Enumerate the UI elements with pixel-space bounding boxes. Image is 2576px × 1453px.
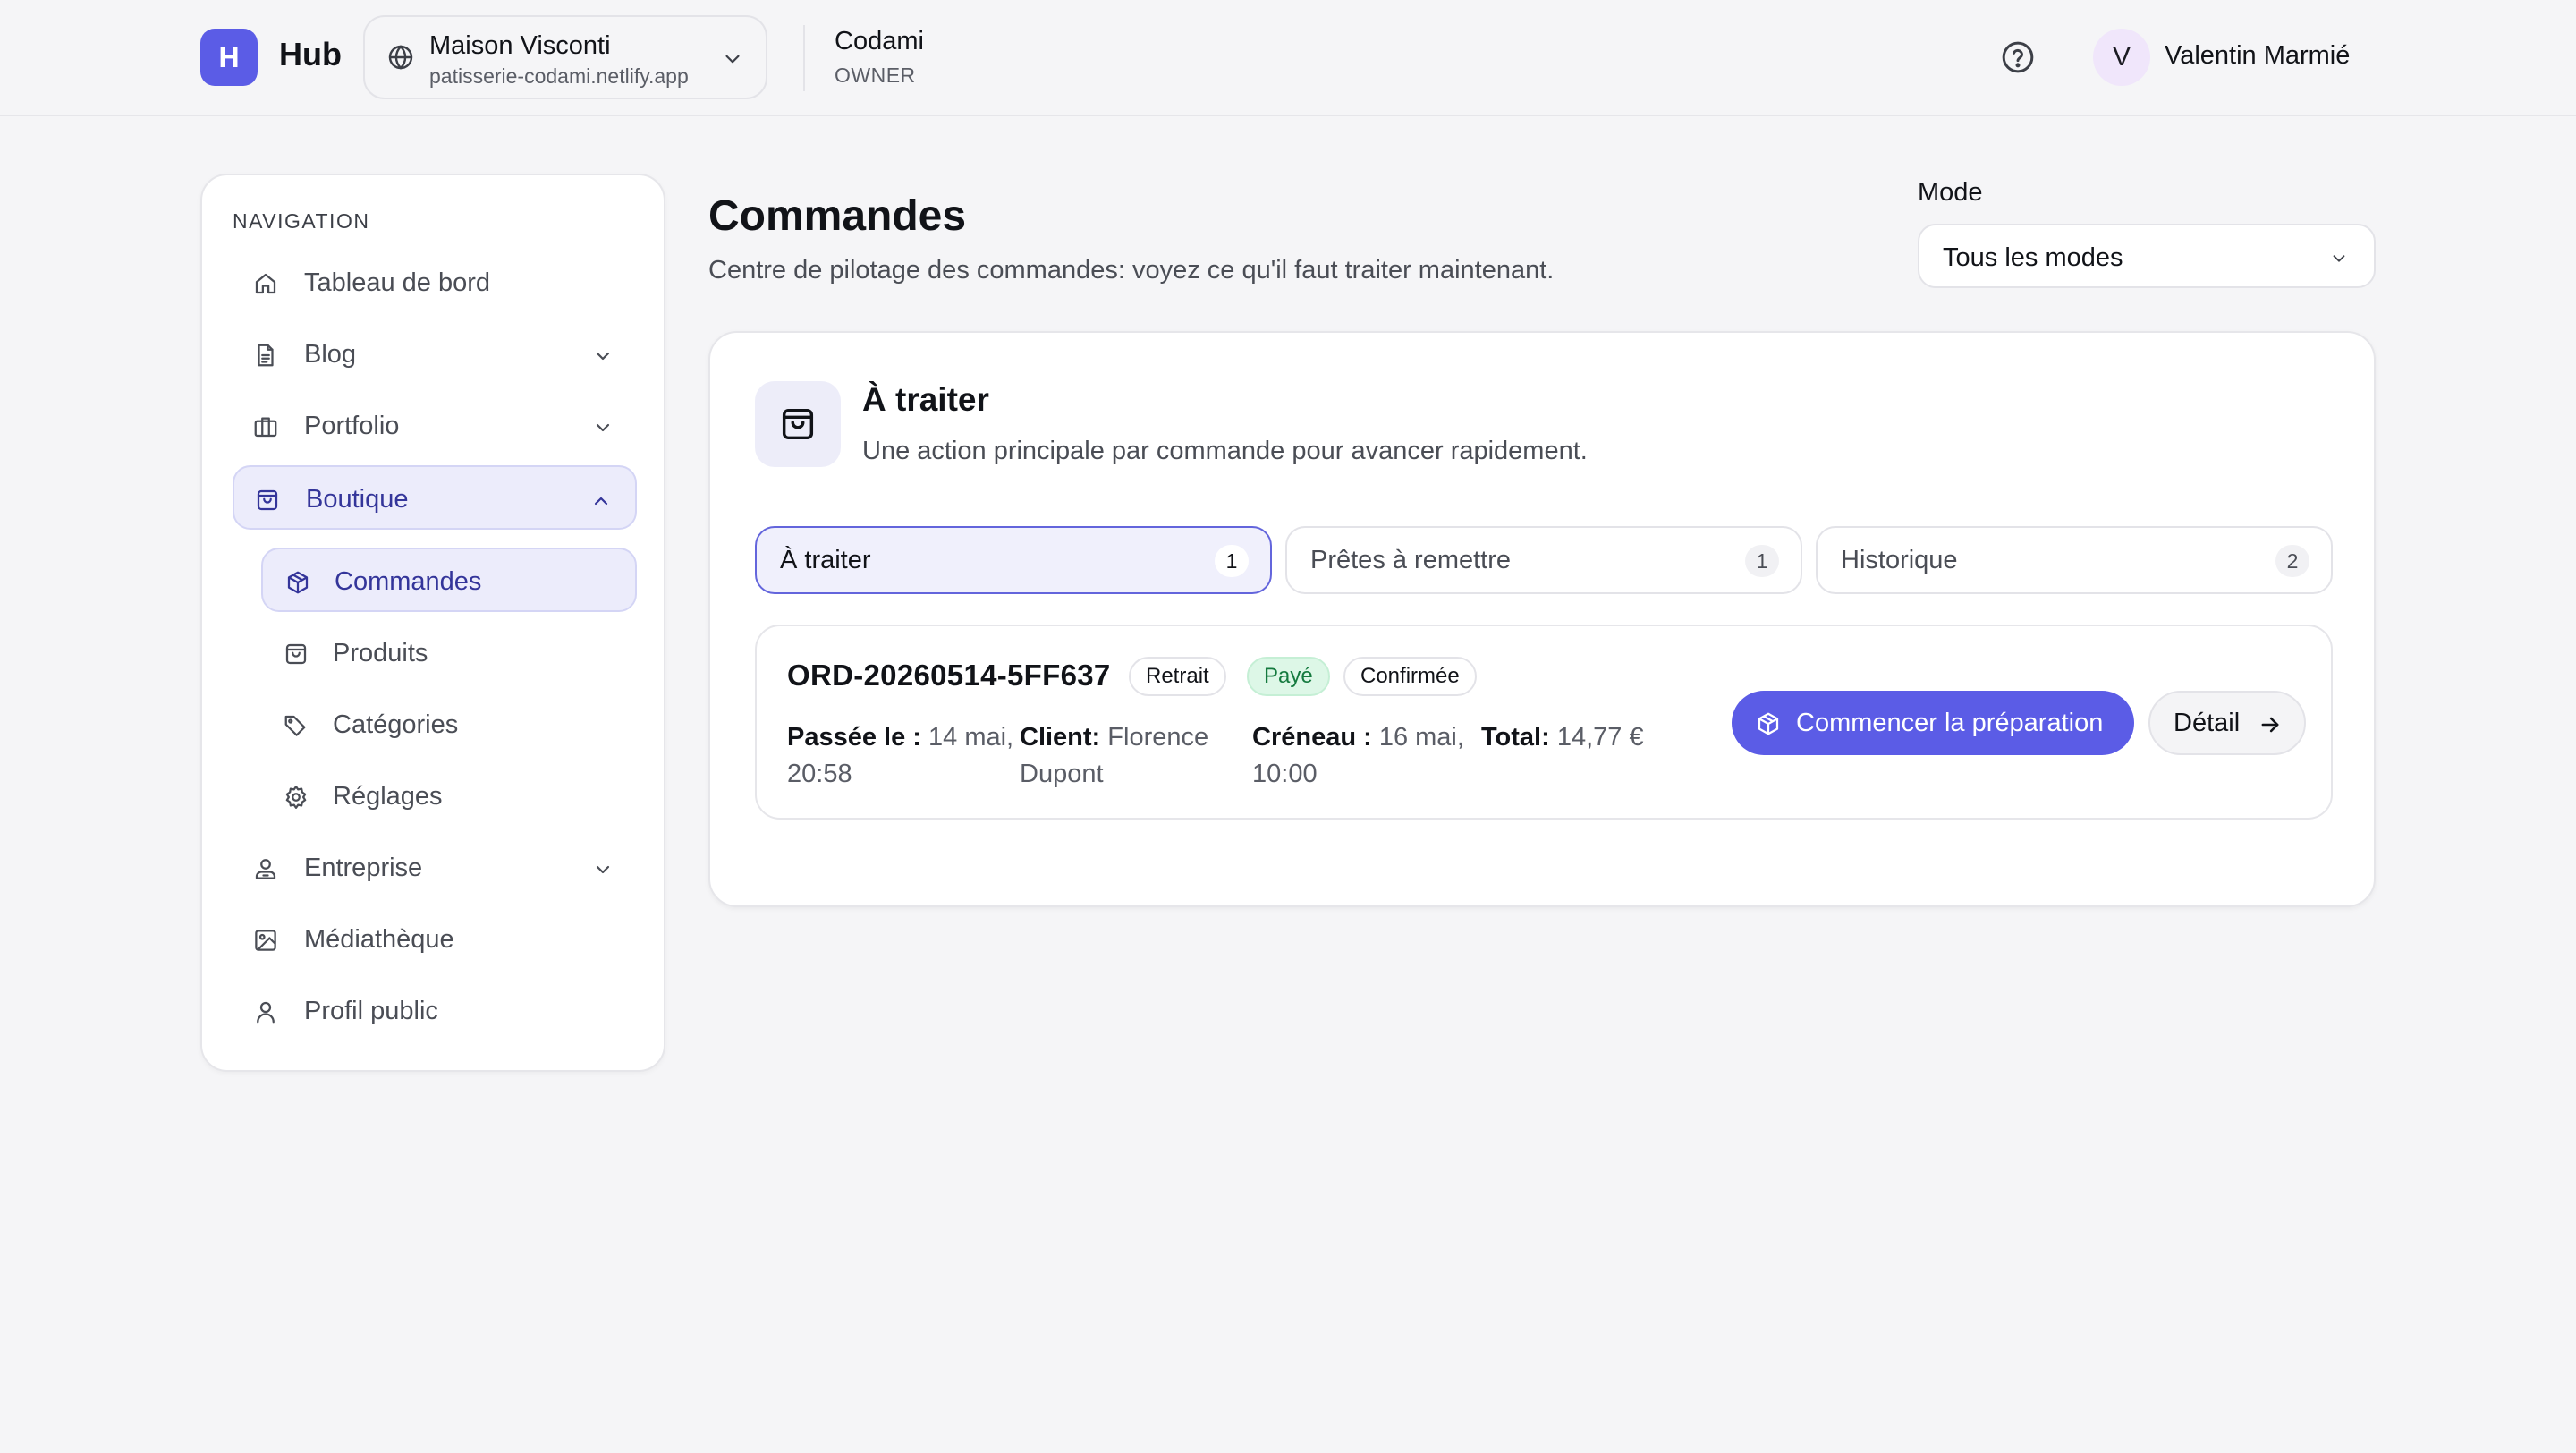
sidebar-subitem-categories[interactable]: Catégories (261, 693, 637, 757)
panel-subtitle: Une action principale par commande pour … (862, 437, 1588, 465)
meta-value: Dupont (1020, 760, 1104, 788)
tab-label: À traiter (780, 546, 871, 574)
meta-value: 14,77 € (1556, 723, 1644, 752)
user-name[interactable]: Valentin Marmié (2165, 41, 2350, 71)
order-client: Client: Florence Dupont (1020, 719, 1208, 793)
meta-value: 20:58 (787, 760, 852, 788)
sidebar-item-label: Réglages (333, 782, 443, 811)
chevron-down-icon (2329, 249, 2349, 268)
sidebar-item-entreprise[interactable]: Entreprise (233, 836, 637, 900)
tab-count-badge: 1 (1745, 545, 1779, 577)
button-label: Commencer la préparation (1796, 709, 2104, 737)
order-slot: Créneau : 16 mai, 10:00 (1252, 719, 1464, 793)
mode-select[interactable]: Tous les modes (1918, 224, 2376, 288)
chevron-up-icon (590, 490, 612, 512)
meta-value: Florence (1107, 723, 1209, 752)
sidebar-heading: NAVIGATION (233, 209, 370, 233)
tab-pretes-a-remettre[interactable]: Prêtes à remettre 1 (1285, 526, 1802, 594)
sidebar: NAVIGATION Tableau de bord Blog Portfoli… (200, 174, 665, 1072)
page-subtitle: Centre de pilotage des commandes: voyez … (708, 256, 1555, 285)
app-logo[interactable]: H (200, 29, 258, 86)
top-bar: H Hub Maison Visconti patisserie-codami.… (0, 0, 2576, 116)
sidebar-item-label: Portfolio (304, 412, 400, 440)
sidebar-subitem-commandes[interactable]: Commandes (261, 548, 637, 612)
meta-label: Créneau : (1252, 723, 1372, 752)
panel-title: À traiter (862, 381, 989, 418)
document-icon (252, 342, 279, 369)
order-placed-date: Passée le : 14 mai, 20:58 (787, 719, 1013, 793)
site-selector[interactable]: Maison Visconti patisserie-codami.netlif… (363, 15, 767, 99)
globe-icon (386, 43, 415, 72)
sidebar-item-label: Profil public (304, 997, 438, 1025)
sidebar-item-label: Produits (333, 639, 428, 667)
arrow-right-icon (2258, 712, 2283, 737)
image-icon (252, 927, 279, 954)
briefcase-icon (252, 413, 279, 440)
chevron-down-icon (721, 47, 744, 71)
orders-panel: À traiter Une action principale par comm… (708, 331, 2376, 907)
app-name: Hub (279, 36, 342, 72)
page-title: Commandes (708, 192, 967, 240)
app-root: H Hub Maison Visconti patisserie-codami.… (0, 0, 2576, 1453)
order-total: Total: 14,77 € (1481, 719, 1644, 756)
site-name: Maison Visconti (429, 31, 611, 60)
gear-icon (283, 784, 309, 811)
user-badge-icon (252, 855, 279, 882)
order-id[interactable]: ORD-20260514-5FF637 (787, 659, 1111, 693)
meta-value: 10:00 (1252, 760, 1318, 788)
tab-a-traiter[interactable]: À traiter 1 (755, 526, 1272, 594)
meta-value: 14 mai, (928, 723, 1014, 752)
tab-label: Historique (1841, 546, 1958, 574)
avatar[interactable]: V (2093, 29, 2150, 86)
order-row: ORD-20260514-5FF637 Retrait Payé Confirm… (755, 625, 2333, 820)
shopping-bag-icon (283, 641, 309, 667)
sidebar-item-mediatheque[interactable]: Médiathèque (233, 907, 637, 972)
tag-icon (283, 712, 309, 739)
meta-value: 16 mai, (1378, 723, 1464, 752)
meta-label: Passée le : (787, 723, 921, 752)
start-preparation-button[interactable]: Commencer la préparation (1732, 691, 2134, 755)
sidebar-item-dashboard[interactable]: Tableau de bord (233, 251, 637, 315)
sidebar-item-boutique[interactable]: Boutique (233, 465, 637, 530)
tab-count-badge: 1 (1215, 545, 1249, 577)
home-icon (252, 270, 279, 297)
mode-select-value: Tous les modes (1943, 243, 2123, 272)
order-status-badge: Confirmée (1343, 657, 1477, 696)
sidebar-item-label: Commandes (335, 567, 482, 596)
chevron-down-icon (592, 859, 614, 880)
sidebar-item-label: Catégories (333, 710, 459, 739)
sidebar-item-label: Médiathèque (304, 925, 454, 954)
sidebar-subitem-reglages[interactable]: Réglages (261, 764, 637, 828)
package-icon (284, 569, 311, 596)
sidebar-item-label: Blog (304, 340, 357, 369)
site-url: patisserie-codami.netlify.app (429, 64, 689, 88)
organization-name: Codami (835, 27, 924, 55)
sidebar-subitem-produits[interactable]: Produits (261, 621, 637, 685)
sidebar-item-blog[interactable]: Blog (233, 322, 637, 387)
payment-status-badge: Payé (1247, 657, 1330, 696)
button-label: Détail (2174, 709, 2241, 737)
shopping-bag-icon (755, 381, 841, 467)
sidebar-item-label: Entreprise (304, 854, 423, 882)
tab-count-badge: 2 (2275, 545, 2309, 577)
sidebar-item-portfolio[interactable]: Portfolio (233, 394, 637, 458)
sidebar-item-label: Tableau de bord (304, 268, 490, 297)
help-icon[interactable] (2000, 39, 2036, 75)
tab-historique[interactable]: Historique 2 (1816, 526, 2333, 594)
sidebar-item-label: Boutique (306, 485, 409, 514)
tab-label: Prêtes à remettre (1310, 546, 1512, 574)
chevron-down-icon (592, 417, 614, 438)
mode-label: Mode (1918, 178, 1983, 207)
meta-label: Client: (1020, 723, 1101, 752)
order-detail-button[interactable]: Détail (2148, 691, 2306, 755)
order-type-badge: Retrait (1129, 657, 1226, 696)
organization-role: OWNER (835, 64, 916, 87)
header-divider (803, 25, 805, 91)
user-icon (252, 998, 279, 1025)
shopping-bag-icon (254, 487, 281, 514)
sidebar-item-profil-public[interactable]: Profil public (233, 979, 637, 1043)
chevron-down-icon (592, 345, 614, 367)
package-icon (1755, 710, 1782, 737)
meta-label: Total: (1481, 723, 1550, 752)
